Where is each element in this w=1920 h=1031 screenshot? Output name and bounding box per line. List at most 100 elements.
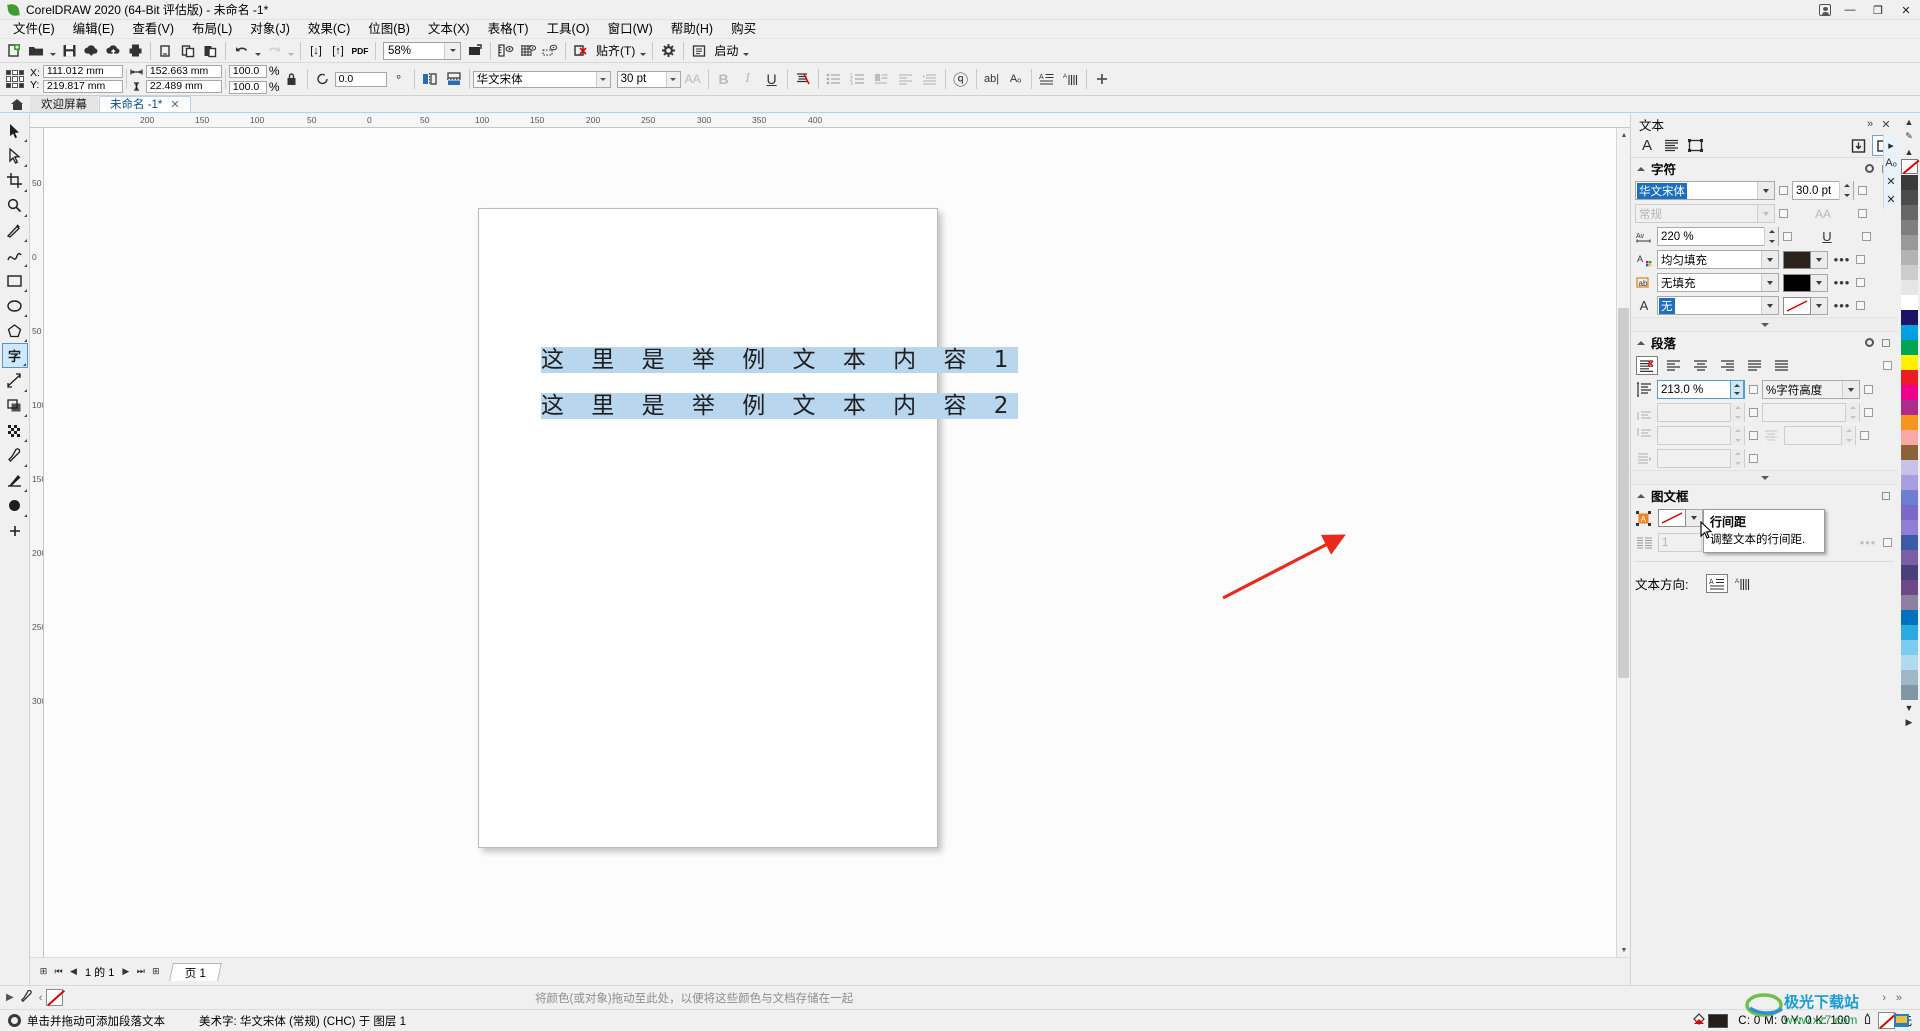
next-page-button[interactable]: ▶: [118, 964, 133, 979]
palette-swatch-23[interactable]: [1900, 520, 1918, 535]
palette-swatch-17[interactable]: [1900, 430, 1918, 445]
palette-swatch-32[interactable]: [1900, 655, 1918, 670]
launch-label[interactable]: 启动: [710, 42, 740, 59]
line-spacing-spinner[interactable]: [1730, 380, 1744, 399]
palette-swatch-34[interactable]: [1900, 685, 1918, 700]
mirror-vertical-icon[interactable]: [442, 67, 466, 91]
tool-text[interactable]: 字: [1, 343, 28, 368]
font-size-combo[interactable]: 30 pt: [616, 70, 681, 88]
palette-scroll-up-icon[interactable]: ▲: [1900, 114, 1918, 129]
docker-tab-paragraph[interactable]: [1659, 135, 1683, 156]
range-kerning-spinner[interactable]: [1764, 227, 1778, 246]
docker-font-size-spinner[interactable]: [1839, 181, 1853, 200]
edit-text-icon[interactable]: ab|: [980, 67, 1004, 91]
align-force-justify-button[interactable]: [1771, 356, 1793, 375]
palette-swatch-11[interactable]: [1900, 340, 1918, 355]
line-spacing-unit-lock-box[interactable]: [1864, 385, 1873, 394]
tool-parallel-dimension[interactable]: [2, 368, 28, 393]
numbered-list-icon[interactable]: 123: [846, 67, 870, 91]
width-input[interactable]: 152.663 mm: [145, 65, 222, 78]
copy-icon[interactable]: [177, 40, 199, 62]
palette-swatch-22[interactable]: [1900, 505, 1918, 520]
undo-history-caret[interactable]: [252, 40, 263, 62]
frame-fill-none-swatch[interactable]: [1658, 509, 1686, 527]
palette-swatch-18[interactable]: [1900, 445, 1918, 460]
kerning-lock-box[interactable]: [1783, 232, 1792, 241]
frame-more-options[interactable]: •••: [1858, 535, 1878, 550]
lock-ratio-icon[interactable]: [280, 67, 304, 91]
artistic-text-line-2[interactable]: 这 里 是 举 例 文 本 内 容 2: [541, 386, 1019, 420]
tool-ellipse[interactable]: [2, 293, 28, 318]
palette-swatch-30[interactable]: [1900, 625, 1918, 640]
object-anchor-picker[interactable]: [4, 68, 26, 90]
scale-x-input[interactable]: 100.0: [228, 64, 267, 78]
palette-swatch-26[interactable]: [1900, 565, 1918, 580]
palette-swatch-12[interactable]: [1900, 355, 1918, 370]
docker-font-family-combo[interactable]: 华文宋体: [1635, 181, 1775, 200]
paragraph-lock-box[interactable]: [1882, 338, 1890, 347]
doctab-welcome-screen[interactable]: 欢迎屏幕: [30, 96, 98, 112]
character-icon[interactable]: Aₒ: [1004, 67, 1028, 91]
zoom-dropdown-caret[interactable]: [444, 42, 460, 59]
page-tab-1[interactable]: 页 1: [169, 962, 223, 981]
palette-expand-icon[interactable]: ▶: [1900, 715, 1918, 730]
snap-off-icon[interactable]: [570, 40, 592, 62]
font-family-lock-box[interactable]: [1779, 186, 1788, 195]
snap-to-caret[interactable]: [637, 40, 648, 62]
indent-icon[interactable]: [918, 67, 942, 91]
print-icon[interactable]: [124, 40, 146, 62]
doctab-close-icon[interactable]: ✕: [170, 98, 179, 111]
rail-text-style-icon[interactable]: Aₒ: [1884, 154, 1898, 172]
vertical-scroll-thumb[interactable]: [1618, 308, 1629, 678]
palette-swatch-21[interactable]: [1900, 490, 1918, 505]
outline-lock-box[interactable]: [1856, 278, 1865, 287]
palette-swatch-28[interactable]: [1900, 595, 1918, 610]
font-size-lock-box[interactable]: [1858, 186, 1867, 195]
drop-bar-expand-icon[interactable]: ▶: [6, 992, 14, 1003]
align-left-button[interactable]: [1663, 356, 1685, 375]
palette-swatch-24[interactable]: [1900, 535, 1918, 550]
paste-icon[interactable]: [199, 40, 221, 62]
zoom-level-combo[interactable]: 58%: [383, 41, 461, 60]
drop-bar-nav-left[interactable]: ‹: [39, 992, 43, 1004]
show-grid-icon[interactable]: [517, 40, 539, 62]
frame-lock-box[interactable]: [1882, 491, 1890, 500]
open-folder-icon[interactable]: [25, 40, 47, 62]
docker-collapse-icon[interactable]: »: [1862, 116, 1878, 132]
fill-lock-box[interactable]: [1856, 255, 1865, 264]
save-icon[interactable]: [58, 40, 80, 62]
character-section-expander[interactable]: [1631, 317, 1898, 332]
full-screen-preview-icon[interactable]: [464, 40, 486, 62]
paragraph-section-collapse-icon[interactable]: [1637, 340, 1645, 345]
show-rulers-icon[interactable]: [495, 40, 517, 62]
drop-bar-no-color-swatch[interactable]: [46, 989, 64, 1006]
horizontal-text-direction-icon[interactable]: A: [1035, 67, 1059, 91]
cloud-download-icon[interactable]: [80, 40, 102, 62]
docker-font-family-caret[interactable]: [1757, 182, 1774, 199]
first-line-indent-input[interactable]: [1657, 449, 1745, 468]
drop-cap-icon[interactable]: [870, 67, 894, 91]
artistic-text-line-1[interactable]: 这 里 是 举 例 文 本 内 容 1: [541, 340, 1019, 374]
palette-swatch-29[interactable]: [1900, 610, 1918, 625]
line-spacing-lock-box[interactable]: [1749, 385, 1758, 394]
document-page[interactable]: 这 里 是 举 例 文 本 内 容 1 这 里 是 举 例 文 本 内 容 2: [478, 208, 1019, 848]
tool-smart-fill[interactable]: [2, 493, 28, 518]
tool-polygon[interactable]: [2, 318, 28, 343]
tool-transparency[interactable]: [2, 418, 28, 443]
menu-view[interactable]: 查看(V): [123, 20, 183, 39]
first-page-button[interactable]: ⏮: [51, 964, 66, 979]
docker-font-size-input[interactable]: 30.0 pt: [1792, 181, 1854, 200]
palette-swatch-1[interactable]: [1900, 190, 1918, 205]
menu-effects[interactable]: 效果(C): [299, 20, 359, 39]
font-size-caret[interactable]: [665, 71, 680, 87]
menu-object[interactable]: 对象(J): [241, 20, 299, 39]
horizontal-text-icon[interactable]: A: [1706, 574, 1729, 593]
palette-eyedropper-icon[interactable]: ✎: [1900, 129, 1918, 144]
tool-shape[interactable]: [2, 143, 28, 168]
outline-type-caret[interactable]: [1761, 274, 1778, 291]
tool-color-eyedropper[interactable]: [2, 443, 28, 468]
menu-tools[interactable]: 工具(O): [538, 20, 599, 39]
doctab-untitled-1[interactable]: 未命名 -1* ✕: [99, 96, 191, 112]
frame-section-collapse-icon[interactable]: [1637, 493, 1645, 498]
tool-interactive-fill[interactable]: [2, 468, 28, 493]
